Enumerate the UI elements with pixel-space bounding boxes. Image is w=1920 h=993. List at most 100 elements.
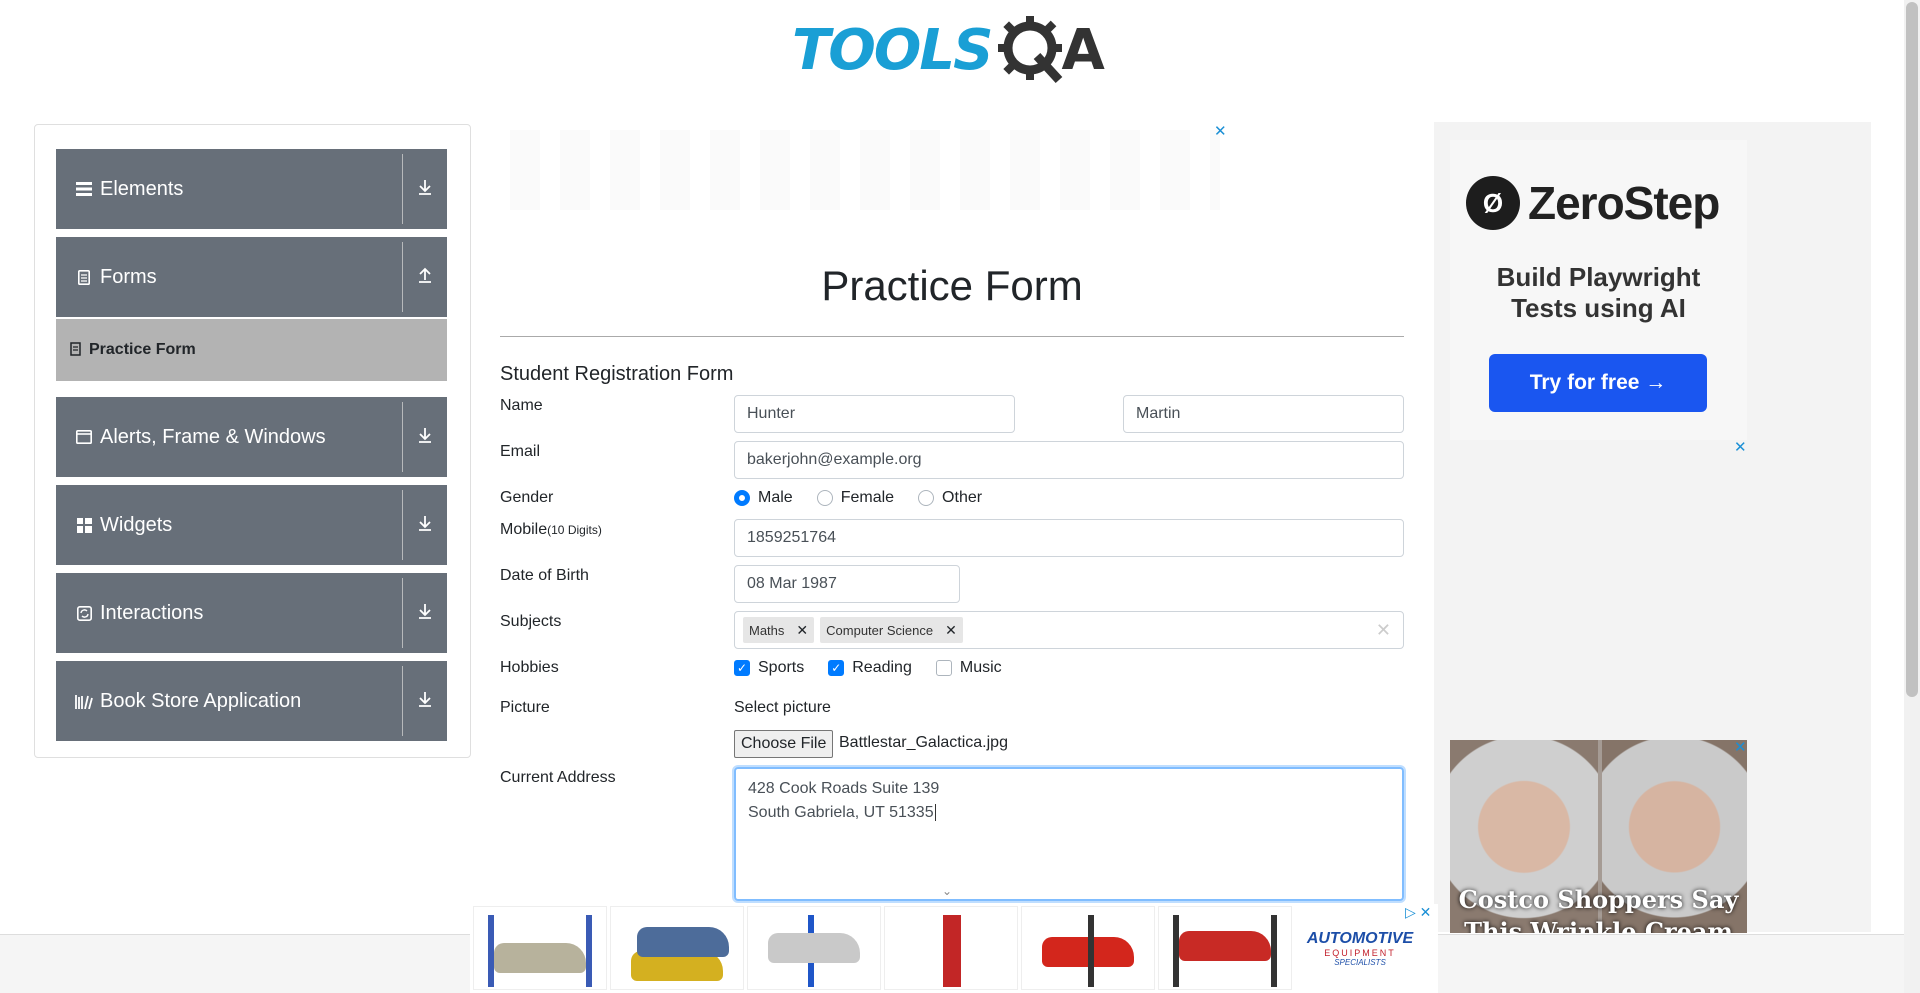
gender-female-radio[interactable]: Female	[816, 489, 894, 507]
page-title: Practice Form	[821, 262, 1083, 309]
bottom-ad[interactable]: AUTOMOTIVE EQUIPMENT SPECIALISTS	[470, 904, 1438, 993]
sidebar-item-practice-form[interactable]: Practice Form	[56, 319, 447, 381]
logo-line: AUTOMOTIVE	[1306, 929, 1414, 947]
tagline-line: Build Playwright	[1496, 262, 1701, 292]
car-image	[1179, 931, 1271, 961]
ad-thumbnail[interactable]	[747, 906, 881, 990]
remove-tag-icon[interactable]: ✕	[939, 622, 963, 639]
ad-thumbnail[interactable]	[884, 906, 1018, 990]
sidebar-group-book-store[interactable]: Book Store Application	[56, 661, 447, 741]
download-arrow-icon[interactable]	[403, 179, 447, 200]
close-icon[interactable]: ✕	[1214, 122, 1227, 140]
sidebar-group-label: Alerts, Frame & Windows	[100, 425, 326, 448]
subject-tag-label: Maths	[749, 622, 785, 638]
car-image	[637, 927, 729, 957]
mobile-field[interactable]: 1859251764	[734, 519, 1404, 557]
download-arrow-icon[interactable]	[403, 603, 447, 624]
subject-tag: Computer Science ✕	[820, 617, 963, 643]
sidebar: Elements Forms Practice Form Alerts, Fra…	[34, 124, 471, 758]
check-icon: ✓	[828, 660, 845, 676]
radio-label: Other	[942, 489, 983, 506]
gender-radio-group: Male Female Other	[734, 489, 1006, 507]
lift-post	[1088, 915, 1094, 987]
download-arrow-icon[interactable]	[403, 427, 447, 448]
close-icon[interactable]: ✕	[1734, 738, 1747, 756]
name-label: Name	[500, 397, 543, 414]
subjects-label: Subjects	[500, 613, 562, 630]
costco-ad[interactable]: Costco Shoppers Say This Wrinkle Cream i…	[1450, 740, 1747, 933]
ad-thumbnail[interactable]	[1158, 906, 1292, 990]
date-of-birth-input[interactable]: 08 Mar 1987	[734, 565, 960, 603]
divider	[402, 666, 403, 736]
address-line-text: South Gabriela, UT 51335	[748, 804, 934, 821]
gender-other-radio[interactable]: Other	[918, 489, 982, 507]
toolsqa-logo[interactable]: TOOLS A	[792, 14, 1105, 86]
mobile-label-text: Mobile	[500, 521, 548, 538]
sidebar-group-label: Forms	[100, 265, 157, 288]
clear-icon[interactable]: ✕	[1376, 620, 1391, 641]
gender-label: Gender	[500, 489, 554, 506]
try-for-free-button[interactable]: Try for free →	[1489, 354, 1707, 412]
mobile-hint: (10 Digits)	[547, 523, 602, 537]
radio-indicator	[734, 490, 750, 506]
download-arrow-icon[interactable]	[403, 691, 447, 712]
checkbox-label: Music	[959, 659, 1002, 676]
logo-line: EQUIPMENT	[1324, 947, 1396, 958]
divider	[500, 336, 1404, 337]
remove-tag-icon[interactable]: ✕	[790, 622, 814, 639]
grid-icon	[74, 517, 94, 533]
lift-post	[586, 915, 592, 987]
ad-choices-icon[interactable]: ▷ ✕	[1405, 904, 1431, 921]
ad-thumbnail[interactable]	[1021, 906, 1155, 990]
ad-thumbnail[interactable]	[610, 906, 744, 990]
tagline-line: Tests using AI	[1511, 293, 1686, 323]
sidebar-group-alerts[interactable]: Alerts, Frame & Windows	[56, 397, 447, 477]
divider	[402, 490, 403, 560]
sidebar-group-interactions[interactable]: Interactions	[56, 573, 447, 653]
close-icon[interactable]: ✕	[1734, 438, 1747, 456]
radio-indicator	[816, 490, 833, 506]
upload-arrow-icon[interactable]	[403, 267, 447, 288]
menu-icon	[74, 182, 94, 196]
radio-indicator	[918, 490, 935, 506]
check-icon: ✓	[734, 660, 750, 676]
download-arrow-icon[interactable]	[403, 515, 447, 536]
sidebar-group-elements[interactable]: Elements	[56, 149, 447, 229]
choose-file-button[interactable]: Choose File	[734, 730, 834, 758]
subject-tag: Maths ✕	[743, 617, 815, 643]
hobby-reading-checkbox[interactable]: ✓ Reading	[828, 659, 912, 677]
last-name-input[interactable]: Martin	[1123, 395, 1404, 433]
car-image	[494, 943, 586, 973]
checkbox-label: Reading	[852, 659, 912, 676]
hobby-music-checkbox[interactable]: Music	[935, 659, 1002, 677]
zerostep-tagline: Build Playwright Tests using AI	[1450, 262, 1747, 324]
zerostep-logo-icon: Ø	[1466, 176, 1520, 230]
car-image	[768, 933, 860, 963]
sidebar-group-forms[interactable]: Forms	[56, 237, 447, 317]
subjects-input[interactable]: Maths ✕ Computer Science ✕ ✕	[734, 611, 1404, 649]
ad-banner[interactable]	[510, 130, 1220, 210]
first-name-input[interactable]: Hunter	[734, 395, 1015, 433]
dob-label: Date of Birth	[500, 567, 589, 584]
ad-thumbnail[interactable]	[473, 906, 607, 990]
chevron-down-icon: ⌄	[942, 884, 953, 898]
zerostep-brand: ZeroStep	[1528, 177, 1720, 229]
scrollbar-thumb[interactable]	[1906, 2, 1918, 697]
sidebar-group-label: Book Store Application	[100, 689, 302, 712]
sidebar-item-label: Practice Form	[89, 341, 196, 358]
sidebar-group-label: Interactions	[100, 601, 204, 624]
gender-male-radio[interactable]: Male	[734, 489, 793, 507]
zerostep-logo: Ø ZeroStep	[1466, 176, 1720, 230]
gear-icon	[998, 16, 1063, 84]
email-field[interactable]: bakerjohn@example.org	[734, 441, 1404, 479]
window-icon	[74, 430, 94, 444]
sidebar-group-widgets[interactable]: Widgets	[56, 485, 447, 565]
current-address-textarea[interactable]: 428 Cook Roads Suite 139 South Gabriela,…	[734, 767, 1404, 901]
mobile-label: Mobile(10 Digits)	[500, 521, 602, 539]
file-name: Battlestar_Galactica.jpg	[839, 734, 1008, 751]
ad-headline: Costco Shoppers Say This Wrinkle Cream i…	[1458, 885, 1739, 933]
select-picture-label: Select picture	[734, 699, 831, 716]
form-icon	[70, 341, 81, 359]
hobby-sports-checkbox[interactable]: ✓ Sports	[734, 659, 804, 677]
divider	[402, 154, 403, 224]
